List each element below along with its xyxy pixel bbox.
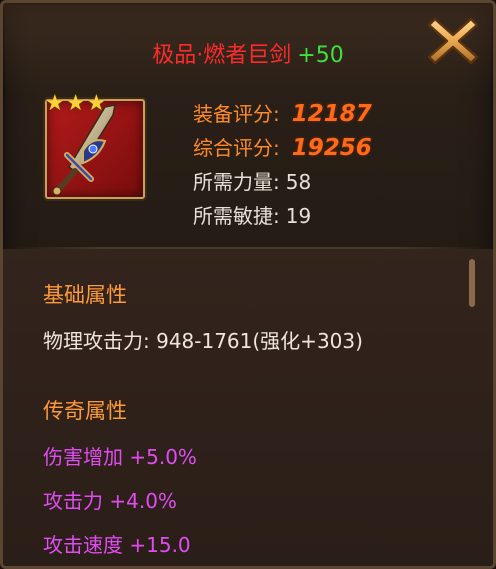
legendary-attributes-title: 传奇属性 [43, 399, 127, 423]
star-icon: ★ [65, 91, 86, 116]
legendary-attribute-line: 攻击速度 +15.0 [43, 533, 191, 557]
total-score-value: 19256 [291, 135, 372, 161]
required-agility-value: 19 [285, 204, 312, 228]
required-agility-label: 所需敏捷: [193, 204, 280, 228]
basic-attributes-title: 基础属性 [43, 283, 127, 307]
item-name: 极品·燃者巨剑 [152, 43, 292, 68]
required-agility-row: 所需敏捷: 19 [193, 199, 483, 233]
total-score-label: 综合评分: [193, 136, 280, 160]
legendary-attribute-line: 伤害增加 +5.0% [43, 445, 197, 469]
star-icon: ★ [86, 91, 107, 116]
close-icon [427, 17, 479, 65]
enhance-level: +50 [297, 43, 344, 68]
total-score-row: 综合评分: 19256 [193, 131, 483, 165]
star-rating: ★ ★ ★ [45, 93, 106, 115]
basic-attribute-line: 物理攻击力: 948-1761(强化+303) [43, 329, 363, 353]
equip-score-row: 装备评分: 12187 [193, 97, 483, 131]
legendary-attribute-line: 攻击力 +4.0% [43, 489, 177, 513]
required-strength-value: 58 [285, 170, 312, 194]
required-strength-label: 所需力量: [193, 170, 280, 194]
item-title: 极品·燃者巨剑 +50 [3, 43, 493, 69]
required-strength-row: 所需力量: 58 [193, 165, 483, 199]
star-icon: ★ [45, 91, 65, 116]
equip-score-value: 12187 [291, 101, 372, 127]
item-stats: 装备评分: 12187 综合评分: 19256 所需力量: 58 所需敏捷: 19 [193, 97, 483, 233]
equip-score-label: 装备评分: [193, 102, 280, 126]
item-tooltip-panel: 极品·燃者巨剑 +50 ★ ★ ★ 装备评分: 12187 综合评分: 1925… [0, 0, 496, 569]
close-button[interactable] [425, 13, 481, 69]
scrollbar-thumb[interactable] [469, 259, 475, 307]
